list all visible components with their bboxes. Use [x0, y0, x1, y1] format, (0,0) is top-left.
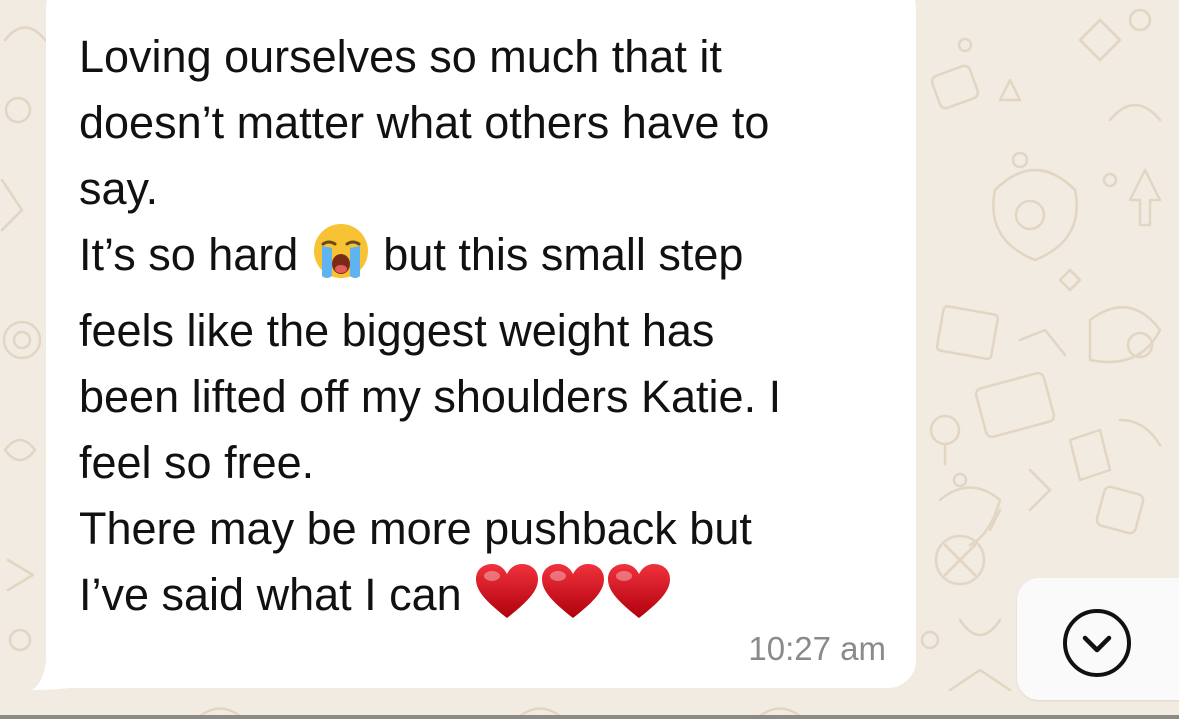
chevron-down-circle-icon: [1063, 609, 1131, 677]
red-heart-icon: [474, 562, 540, 638]
message-bubble[interactable]: Loving ourselves so much that it doesn’t…: [46, 0, 916, 688]
message-line: but this small step: [370, 229, 744, 280]
message-timestamp: 10:27 am: [748, 630, 886, 667]
message-line: Loving ourselves so much that it: [79, 31, 722, 82]
message-line: There may be more pushback but: [79, 503, 752, 554]
loudly-crying-face-icon: [311, 222, 371, 298]
red-heart-icon: [606, 562, 672, 638]
bottom-divider: [0, 715, 1179, 719]
message-line: say.: [79, 163, 159, 214]
message-line: I’ve said what I can: [79, 569, 475, 620]
message-line: It’s so hard: [79, 229, 311, 280]
message-text: Loving ourselves so much that it doesn’t…: [79, 24, 909, 638]
message-line: doesn’t matter what others have to: [79, 97, 770, 148]
bubble-tail: [32, 660, 70, 690]
scroll-to-bottom-button[interactable]: [1017, 578, 1179, 700]
message-line: been lifted off my shoulders Katie. I: [79, 371, 782, 422]
message-line: feels like the biggest weight has: [79, 305, 715, 356]
message-line: feel so free.: [79, 437, 315, 488]
red-heart-icon: [540, 562, 606, 638]
